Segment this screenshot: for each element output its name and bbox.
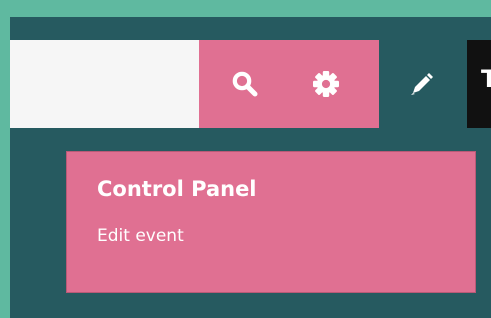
- toolbar: T: [10, 40, 491, 128]
- overflow-label: T: [481, 65, 491, 93]
- app-window: T Control Panel Edit event: [10, 17, 491, 318]
- settings-button[interactable]: [297, 40, 355, 128]
- overflow-button[interactable]: T: [467, 40, 491, 128]
- search-input[interactable]: [10, 40, 199, 128]
- pencil-icon: [411, 73, 433, 95]
- edit-button[interactable]: [392, 40, 450, 128]
- panel-subtitle: Edit event: [97, 226, 184, 246]
- outer-frame: T Control Panel Edit event: [0, 0, 491, 318]
- gear-icon: [313, 71, 339, 97]
- search-button[interactable]: [216, 40, 274, 128]
- control-panel-card[interactable]: Control Panel Edit event: [66, 151, 476, 293]
- action-group: [199, 40, 379, 128]
- search-icon: [232, 71, 258, 97]
- panel-title: Control Panel: [97, 177, 257, 201]
